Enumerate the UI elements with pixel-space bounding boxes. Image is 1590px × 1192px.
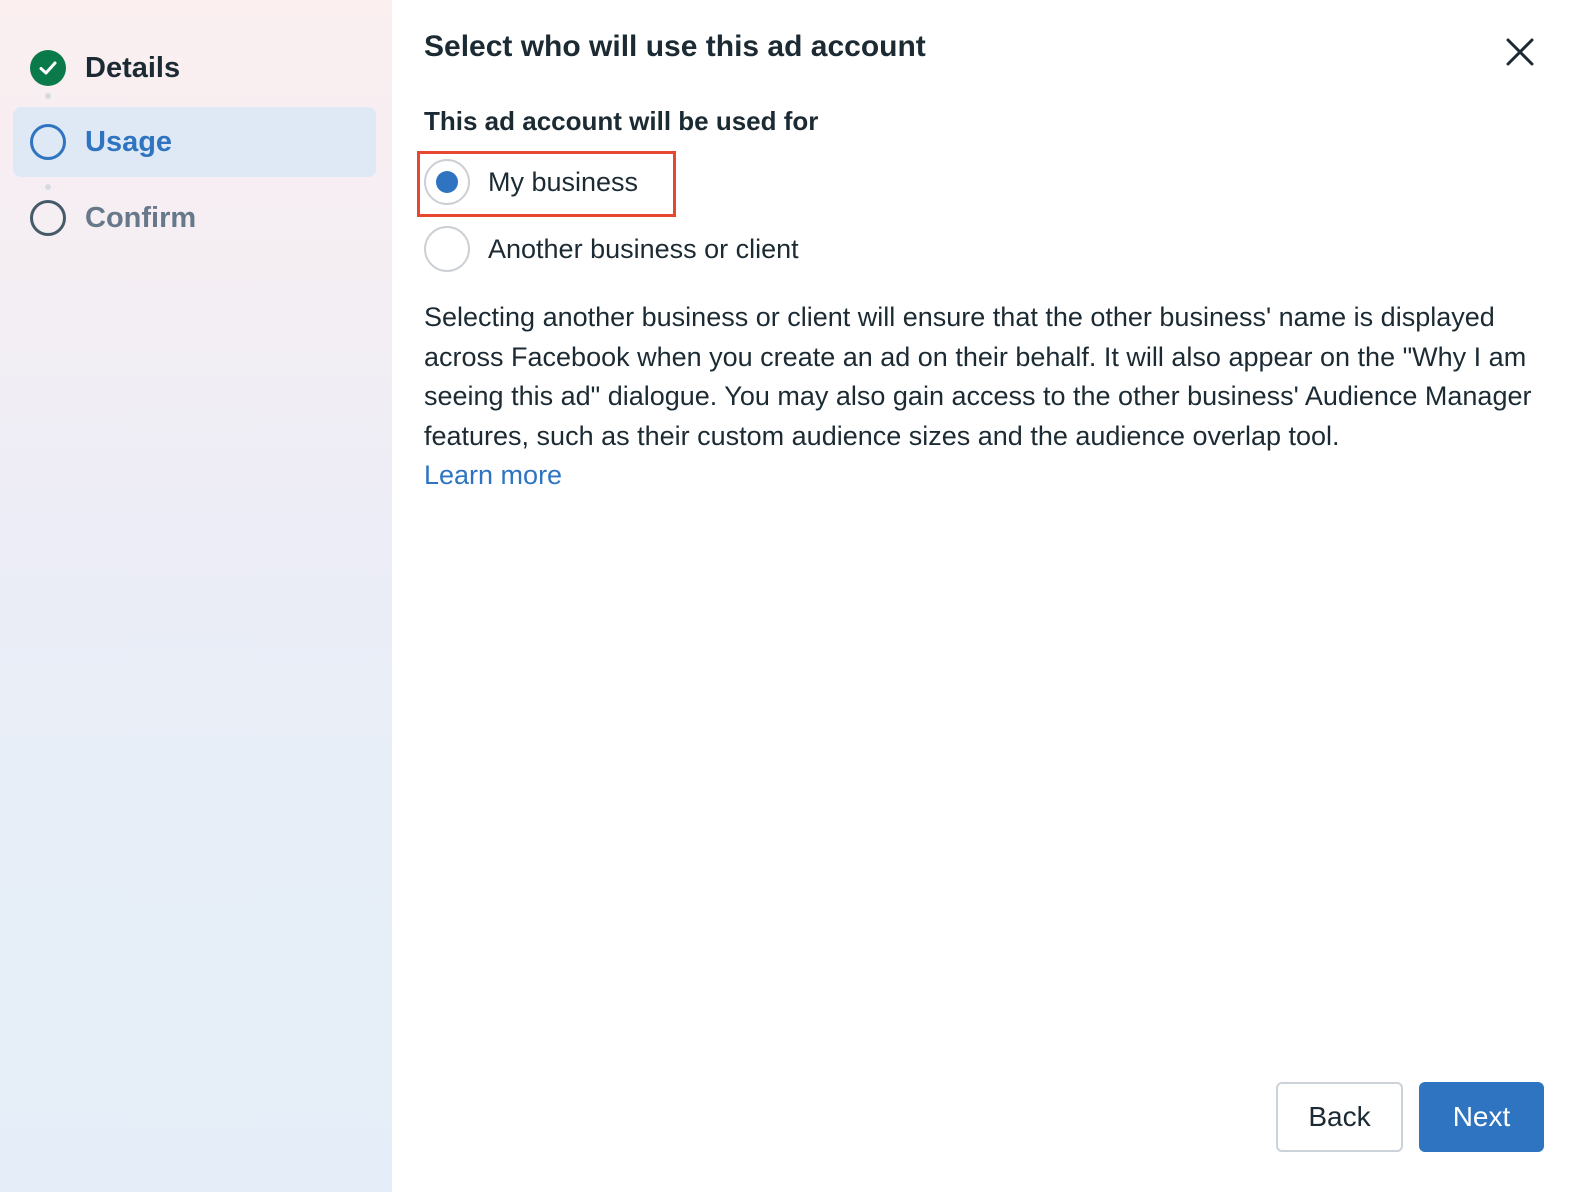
close-icon bbox=[1506, 38, 1534, 66]
step-confirm[interactable]: Confirm bbox=[13, 183, 376, 253]
usage-section-label: This ad account will be used for bbox=[424, 106, 819, 136]
step-confirm-label: Confirm bbox=[85, 202, 197, 234]
current-step-circle-icon bbox=[30, 124, 66, 160]
radio-button-unselected[interactable] bbox=[424, 226, 470, 272]
close-button[interactable] bbox=[1498, 30, 1542, 74]
radio-another-business-label: Another business or client bbox=[488, 234, 799, 264]
radio-my-business-label: My business bbox=[488, 167, 639, 197]
radio-selected-dot bbox=[436, 171, 458, 193]
step-details[interactable]: Details bbox=[13, 33, 376, 103]
step-connector bbox=[45, 93, 51, 99]
next-button[interactable]: Next bbox=[1419, 1082, 1544, 1152]
usage-description: Selecting another business or client wil… bbox=[424, 302, 1532, 451]
stepper-sidebar: Details Usage Confirm bbox=[0, 0, 392, 1192]
learn-more-link[interactable]: Learn more bbox=[424, 456, 562, 496]
radio-button-selected[interactable] bbox=[424, 159, 470, 205]
dialog-main: Select who will use this ad account This… bbox=[392, 0, 1590, 1192]
back-button[interactable]: Back bbox=[1276, 1082, 1403, 1152]
checkmark-icon bbox=[30, 50, 66, 86]
dialog-title: Select who will use this ad account bbox=[424, 30, 926, 63]
step-usage-label: Usage bbox=[85, 126, 173, 158]
pending-step-circle-icon bbox=[30, 200, 66, 236]
step-details-label: Details bbox=[85, 52, 181, 84]
step-usage[interactable]: Usage bbox=[13, 107, 376, 177]
